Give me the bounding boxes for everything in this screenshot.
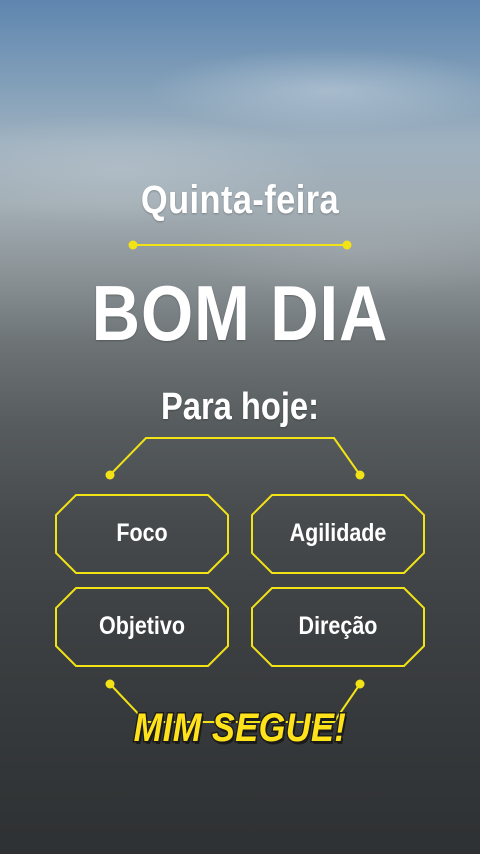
- bottom-dot-left: [105, 679, 115, 689]
- top-bracket: [109, 437, 361, 476]
- bracket-dot-left: [105, 470, 115, 480]
- item-label-direcao: Direção: [298, 612, 378, 640]
- bracket-dot-right: [355, 470, 365, 480]
- bottom-dot-right: [355, 679, 365, 689]
- greeting-title: BOM DIA: [91, 269, 389, 357]
- divider-dot-left: [128, 240, 138, 250]
- divider-dot-right: [342, 240, 352, 250]
- item-label-objetivo: Objetivo: [98, 612, 185, 640]
- subtitle: Para hoje:: [160, 386, 319, 428]
- item-label-foco: Foco: [116, 519, 168, 547]
- follow-caption: MIM SEGUE!: [132, 705, 347, 752]
- item-label-agilidade: Agilidade: [289, 519, 387, 547]
